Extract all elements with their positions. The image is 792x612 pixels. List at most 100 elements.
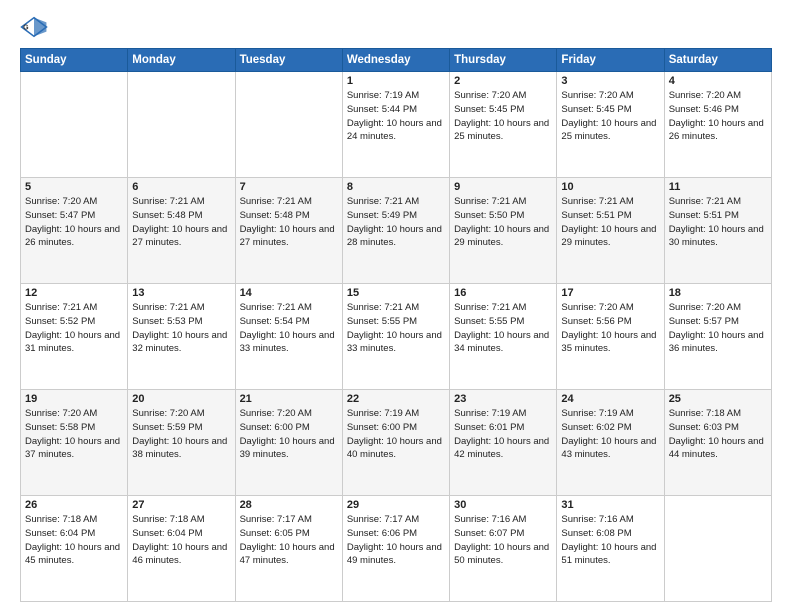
sunset-text: Sunset: 5:48 PM <box>132 209 230 223</box>
calendar-cell <box>235 72 342 178</box>
sunset-text: Sunset: 5:45 PM <box>561 103 659 117</box>
day-info: Sunrise: 7:17 AMSunset: 6:06 PMDaylight:… <box>347 513 445 568</box>
day-number: 30 <box>454 499 552 511</box>
day-number: 13 <box>132 287 230 299</box>
calendar-cell: 17Sunrise: 7:20 AMSunset: 5:56 PMDayligh… <box>557 284 664 390</box>
calendar-cell <box>664 496 771 602</box>
day-info: Sunrise: 7:20 AMSunset: 5:45 PMDaylight:… <box>454 89 552 144</box>
day-info: Sunrise: 7:20 AMSunset: 6:00 PMDaylight:… <box>240 407 338 462</box>
daylight-text: Daylight: 10 hours and 47 minutes. <box>240 541 338 569</box>
day-info: Sunrise: 7:21 AMSunset: 5:55 PMDaylight:… <box>347 301 445 356</box>
daylight-text: Daylight: 10 hours and 30 minutes. <box>669 223 767 251</box>
calendar-cell: 13 Sunrise: 7:21 AMSunset: 5:53 PMDayligh… <box>128 284 235 390</box>
day-info: Sunrise: 7:21 AMSunset: 5:48 PMDaylight:… <box>132 195 230 250</box>
day-number: 15 <box>347 287 445 299</box>
daylight-text: Daylight: 10 hours and 35 minutes. <box>561 329 659 357</box>
sunset-text: Sunset: 5:47 PM <box>25 209 123 223</box>
sunset-text: Sunset: 6:04 PM <box>132 527 230 541</box>
day-info: Sunrise: 7:18 AMSunset: 6:03 PMDaylight:… <box>669 407 767 462</box>
calendar-cell: 14 Sunrise: 7:21 AMSunset: 5:54 PMDayligh… <box>235 284 342 390</box>
calendar-week-row: 19Sunrise: 7:20 AMSunset: 5:58 PMDayligh… <box>21 390 772 496</box>
sunrise-text: Sunrise: 7:19 AM <box>347 89 445 103</box>
sunrise-text: Sunrise: 7:19 AM <box>347 407 445 421</box>
sunset-text: Sunset: 6:08 PM <box>561 527 659 541</box>
calendar-cell: 5Sunrise: 7:20 AMSunset: 5:47 PMDaylight… <box>21 178 128 284</box>
day-of-week-header: Friday <box>557 49 664 72</box>
calendar-cell <box>21 72 128 178</box>
day-number: 14 <box>240 287 338 299</box>
sunrise-text: Sunrise: 7:20 AM <box>132 407 230 421</box>
sunset-text: Sunset: 5:55 PM <box>454 315 552 329</box>
sunset-text: Sunset: 5:51 PM <box>561 209 659 223</box>
sunset-text: Sunset: 6:00 PM <box>347 421 445 435</box>
sunset-text: Sunset: 5:44 PM <box>347 103 445 117</box>
day-info: Sunrise: 7:21 AMSunset: 5:51 PMDaylight:… <box>669 195 767 250</box>
day-info: Sunrise: 7:21 AMSunset: 5:54 PMDaylight:… <box>240 301 338 356</box>
daylight-text: Daylight: 10 hours and 46 minutes. <box>132 541 230 569</box>
calendar-cell: 22Sunrise: 7:19 AMSunset: 6:00 PMDayligh… <box>342 390 449 496</box>
day-of-week-header: Saturday <box>664 49 771 72</box>
calendar-table: SundayMondayTuesdayWednesdayThursdayFrid… <box>20 48 772 602</box>
sunrise-text: Sunrise: 7:21 AM <box>454 195 552 209</box>
daylight-text: Daylight: 10 hours and 26 minutes. <box>669 117 767 145</box>
sunrise-text: Sunrise: 7:16 AM <box>561 513 659 527</box>
day-of-week-header: Sunday <box>21 49 128 72</box>
day-info: Sunrise: 7:21 AMSunset: 5:49 PMDaylight:… <box>347 195 445 250</box>
day-info: Sunrise: 7:21 AMSunset: 5:55 PMDaylight:… <box>454 301 552 356</box>
day-number: 27 <box>132 499 230 511</box>
sunrise-text: Sunrise: 7:21 AM <box>25 301 123 315</box>
page: G SundayMondayTuesdayWednesdayThursdayFr… <box>0 0 792 612</box>
daylight-text: Daylight: 10 hours and 33 minutes. <box>347 329 445 357</box>
sunrise-text: Sunrise: 7:20 AM <box>561 301 659 315</box>
daylight-text: Daylight: 10 hours and 51 minutes. <box>561 541 659 569</box>
sunset-text: Sunset: 5:54 PM <box>240 315 338 329</box>
calendar-cell: 3Sunrise: 7:20 AMSunset: 5:45 PMDaylight… <box>557 72 664 178</box>
day-number: 31 <box>561 499 659 511</box>
sunset-text: Sunset: 5:59 PM <box>132 421 230 435</box>
calendar-cell: 31 Sunrise: 7:16 AMSunset: 6:08 PMDayligh… <box>557 496 664 602</box>
sunset-text: Sunset: 5:53 PM <box>132 315 230 329</box>
day-number: 24 <box>561 393 659 405</box>
daylight-text: Daylight: 10 hours and 25 minutes. <box>454 117 552 145</box>
day-info: Sunrise: 7:21 AMSunset: 5:53 PMDaylight:… <box>132 301 230 356</box>
sunrise-text: Sunrise: 7:18 AM <box>132 513 230 527</box>
sunset-text: Sunset: 5:58 PM <box>25 421 123 435</box>
daylight-text: Daylight: 10 hours and 43 minutes. <box>561 435 659 463</box>
daylight-text: Daylight: 10 hours and 27 minutes. <box>240 223 338 251</box>
daylight-text: Daylight: 10 hours and 49 minutes. <box>347 541 445 569</box>
sunrise-text: Sunrise: 7:17 AM <box>240 513 338 527</box>
calendar-cell: 10Sunrise: 7:21 AMSunset: 5:51 PMDayligh… <box>557 178 664 284</box>
sunrise-text: Sunrise: 7:21 AM <box>240 301 338 315</box>
daylight-text: Daylight: 10 hours and 50 minutes. <box>454 541 552 569</box>
calendar-cell: 4Sunrise: 7:20 AMSunset: 5:46 PMDaylight… <box>664 72 771 178</box>
day-number: 1 <box>347 75 445 87</box>
daylight-text: Daylight: 10 hours and 36 minutes. <box>669 329 767 357</box>
day-info: Sunrise: 7:20 AMSunset: 5:59 PMDaylight:… <box>132 407 230 462</box>
sunset-text: Sunset: 6:05 PM <box>240 527 338 541</box>
daylight-text: Daylight: 10 hours and 44 minutes. <box>669 435 767 463</box>
sunrise-text: Sunrise: 7:18 AM <box>669 407 767 421</box>
daylight-text: Daylight: 10 hours and 25 minutes. <box>561 117 659 145</box>
day-info: Sunrise: 7:20 AMSunset: 5:58 PMDaylight:… <box>25 407 123 462</box>
daylight-text: Daylight: 10 hours and 31 minutes. <box>25 329 123 357</box>
daylight-text: Daylight: 10 hours and 27 minutes. <box>132 223 230 251</box>
sunset-text: Sunset: 5:55 PM <box>347 315 445 329</box>
day-info: Sunrise: 7:16 AMSunset: 6:07 PMDaylight:… <box>454 513 552 568</box>
sunset-text: Sunset: 5:48 PM <box>240 209 338 223</box>
sunrise-text: Sunrise: 7:21 AM <box>347 301 445 315</box>
day-info: Sunrise: 7:18 AMSunset: 6:04 PMDaylight:… <box>132 513 230 568</box>
daylight-text: Daylight: 10 hours and 34 minutes. <box>454 329 552 357</box>
day-info: Sunrise: 7:21 AMSunset: 5:48 PMDaylight:… <box>240 195 338 250</box>
sunrise-text: Sunrise: 7:19 AM <box>454 407 552 421</box>
calendar-cell: 29Sunrise: 7:17 AMSunset: 6:06 PMDayligh… <box>342 496 449 602</box>
sunrise-text: Sunrise: 7:21 AM <box>454 301 552 315</box>
day-of-week-header: Wednesday <box>342 49 449 72</box>
svg-text:G: G <box>23 24 29 31</box>
calendar-cell: 7Sunrise: 7:21 AMSunset: 5:48 PMDaylight… <box>235 178 342 284</box>
day-info: Sunrise: 7:19 AMSunset: 6:00 PMDaylight:… <box>347 407 445 462</box>
day-number: 9 <box>454 181 552 193</box>
day-info: Sunrise: 7:20 AMSunset: 5:56 PMDaylight:… <box>561 301 659 356</box>
sunset-text: Sunset: 5:51 PM <box>669 209 767 223</box>
sunrise-text: Sunrise: 7:21 AM <box>561 195 659 209</box>
sunrise-text: Sunrise: 7:21 AM <box>669 195 767 209</box>
